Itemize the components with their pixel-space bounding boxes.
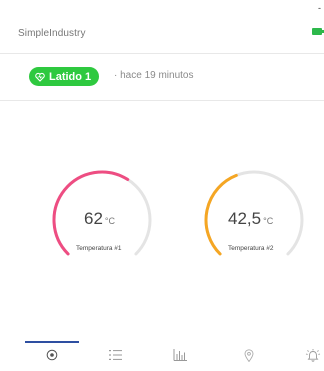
gauge-label: Temperatura #2 bbox=[228, 245, 274, 252]
gauge-label: Temperatura #1 bbox=[76, 245, 122, 252]
gauge-value: 42,5 °C bbox=[228, 209, 273, 229]
alarm-bell-icon bbox=[305, 348, 321, 362]
last-seen-text: · hace 19 minutos bbox=[114, 70, 194, 81]
tab-location[interactable] bbox=[239, 346, 259, 364]
heartbeat-label: Latido 1 bbox=[49, 70, 92, 83]
gauge-unit: °C bbox=[104, 216, 116, 226]
temperature-gauge-2[interactable]: 42,5 °C Temperatura #2 bbox=[202, 168, 306, 272]
gauge-value-number: 62 bbox=[84, 209, 103, 228]
gauge-value-number: 42,5 bbox=[228, 209, 262, 228]
temperature-gauge-1[interactable]: 62 °C Temperatura #1 bbox=[50, 168, 154, 272]
app-title: SimpleIndustry bbox=[18, 28, 86, 39]
map-pin-icon bbox=[244, 348, 254, 362]
tab-list[interactable] bbox=[105, 346, 125, 364]
tab-alarms[interactable] bbox=[303, 346, 323, 364]
heart-pulse-icon bbox=[35, 72, 45, 82]
battery-icon bbox=[312, 28, 324, 35]
section-divider bbox=[0, 100, 324, 101]
active-tab-indicator bbox=[25, 341, 79, 343]
tab-dashboard[interactable] bbox=[42, 346, 62, 364]
target-icon bbox=[46, 349, 58, 361]
gauge-unit: °C bbox=[263, 216, 274, 226]
gauge-value: 62 °C bbox=[84, 209, 115, 229]
status-indicator: - bbox=[318, 3, 321, 13]
heartbeat-badge[interactable]: Latido 1 bbox=[29, 67, 100, 86]
bar-chart-icon bbox=[173, 349, 187, 361]
tab-charts[interactable] bbox=[170, 346, 190, 364]
header-divider bbox=[0, 53, 324, 54]
list-icon bbox=[108, 350, 122, 360]
